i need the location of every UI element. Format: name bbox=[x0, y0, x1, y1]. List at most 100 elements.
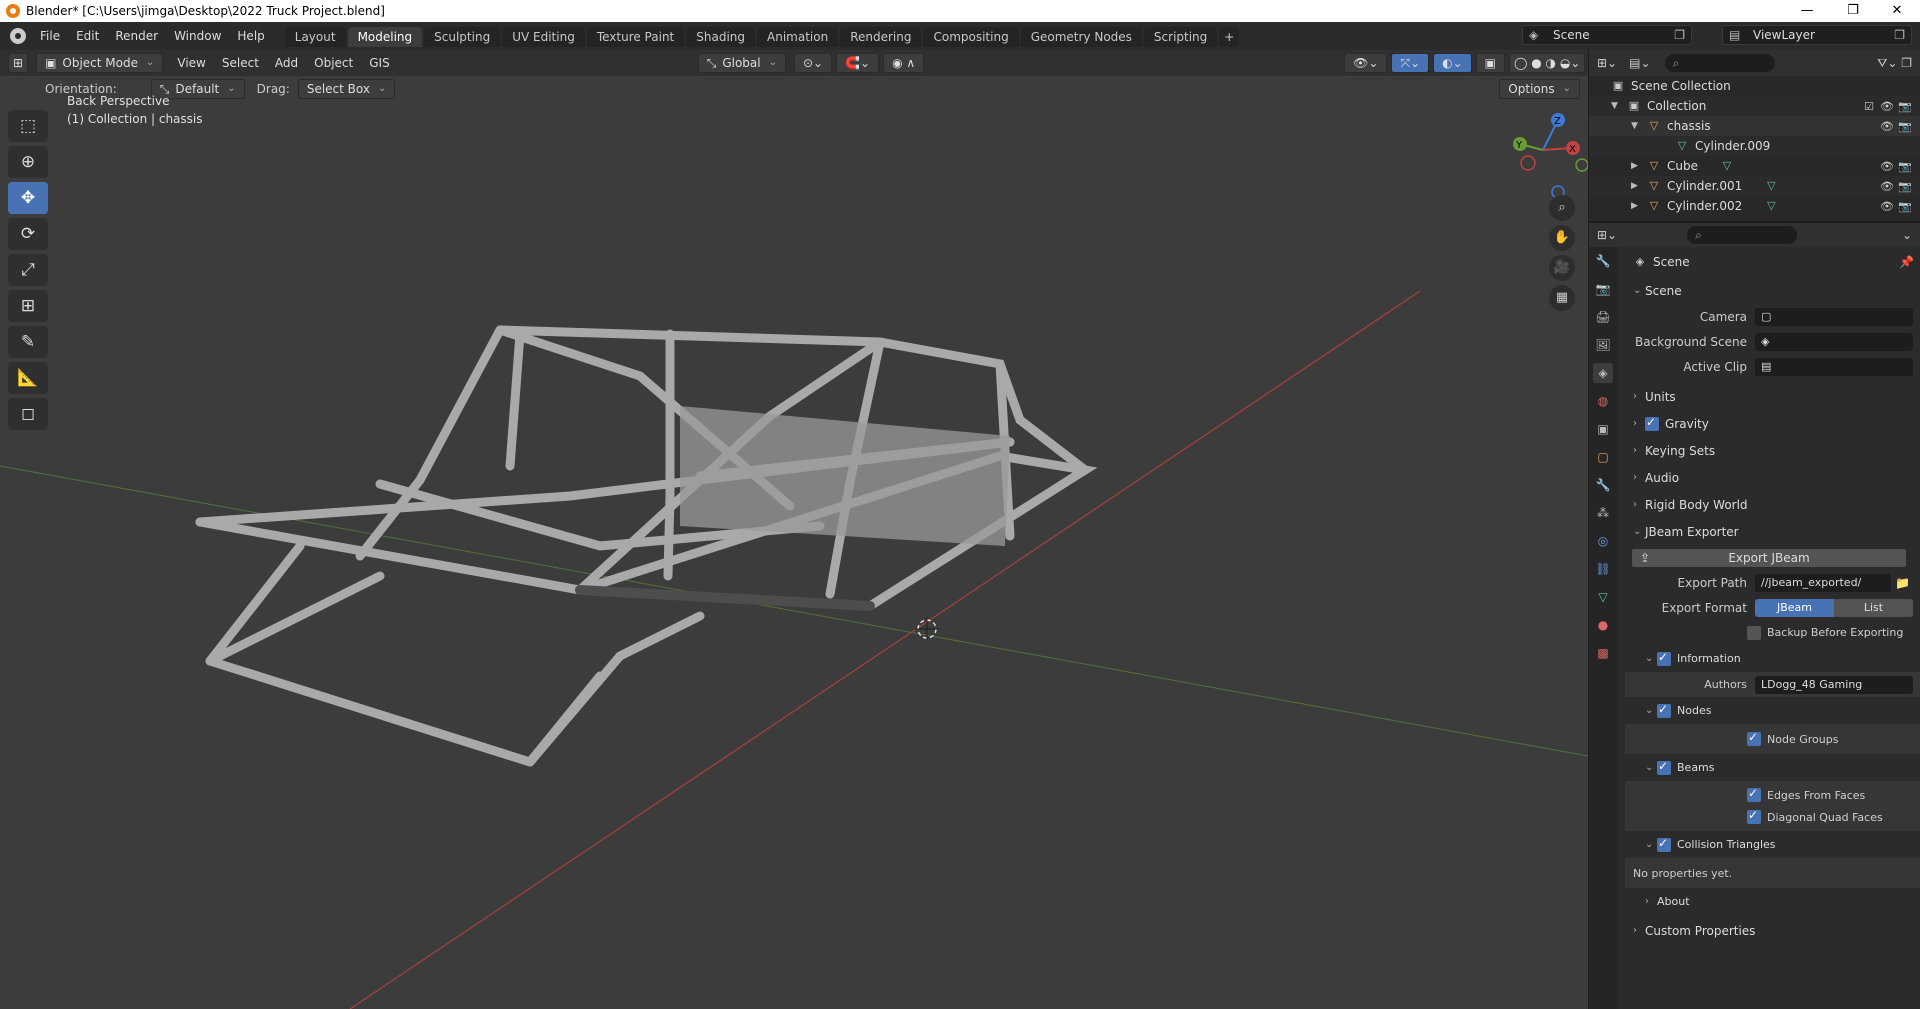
modifiers-tab-icon[interactable]: 🔧 bbox=[1593, 475, 1613, 495]
outliner-row-scene-collection[interactable]: ▣ Scene Collection bbox=[1589, 76, 1920, 96]
outliner-row-cylinder-001[interactable]: ▶ ▽ Cylinder.001 ▽ 👁 📷 bbox=[1589, 176, 1920, 196]
gizmo-neg-x[interactable] bbox=[1520, 155, 1536, 171]
tab-texture-paint[interactable]: Texture Paint bbox=[586, 27, 685, 47]
viewlayer-selector[interactable]: ▤ ViewLayer ❐ bbox=[1722, 25, 1912, 45]
select-box-tool-icon[interactable]: ⬚ bbox=[8, 110, 48, 142]
physics-tab-icon[interactable]: ◎ bbox=[1593, 531, 1613, 551]
format-list-option[interactable]: List bbox=[1834, 598, 1913, 617]
gizmo-toggle-icon[interactable]: ⤧⌄ bbox=[1391, 53, 1430, 73]
outliner-search-input[interactable]: ⌕ bbox=[1664, 54, 1775, 72]
xray-toggle-icon[interactable]: ▣ bbox=[1475, 53, 1505, 73]
copy-viewlayer-icon[interactable]: ❐ bbox=[1894, 26, 1905, 44]
menu-file[interactable]: File bbox=[32, 22, 68, 50]
particles-tab-icon[interactable]: ⁂ bbox=[1593, 503, 1613, 523]
properties-options-icon[interactable]: ⌄ bbox=[1902, 228, 1912, 242]
gizmo-neg-y[interactable] bbox=[1575, 158, 1588, 172]
constraints-tab-icon[interactable]: ⛓ bbox=[1593, 559, 1613, 579]
edges-from-faces-checkbox[interactable] bbox=[1747, 786, 1761, 802]
expand-arrow-icon[interactable]: ▶ bbox=[1631, 161, 1647, 171]
minimize-button[interactable]: — bbox=[1784, 0, 1830, 22]
collection-tab-icon[interactable]: ▣ bbox=[1593, 419, 1613, 439]
expand-arrow-icon[interactable]: ▶ bbox=[1631, 201, 1647, 211]
tab-layout[interactable]: Layout bbox=[284, 27, 346, 47]
3d-viewport[interactable]: Orientation: ⤡Default Drag: Select Box O… bbox=[0, 76, 1588, 1009]
nodes-subpanel-header[interactable]: ⌄ Nodes bbox=[1625, 697, 1920, 724]
active-clip-field[interactable]: ▤ bbox=[1755, 357, 1913, 376]
properties-search-input[interactable]: ⌕ bbox=[1687, 226, 1798, 244]
perspective-grid-icon[interactable]: ▦ bbox=[1549, 285, 1575, 311]
cursor-tool-icon[interactable]: ⊕ bbox=[8, 146, 48, 178]
add-cube-tool-icon[interactable]: ◻ bbox=[8, 398, 48, 430]
menu-render[interactable]: Render bbox=[107, 22, 166, 50]
expand-arrow-icon[interactable]: ▼ bbox=[1631, 121, 1647, 131]
tab-modeling[interactable]: Modeling bbox=[347, 27, 423, 47]
outliner-row-cube[interactable]: ▶ ▽ Cube ▽ 👁 📷 bbox=[1589, 156, 1920, 176]
pivot-point-icon[interactable]: ⊙⌄ bbox=[793, 53, 833, 73]
annotate-tool-icon[interactable]: ✎ bbox=[8, 326, 48, 358]
menu-view[interactable]: View bbox=[169, 56, 213, 70]
expand-arrow-icon[interactable]: ▶ bbox=[1631, 181, 1647, 191]
gravity-section-header[interactable]: › Gravity bbox=[1625, 410, 1920, 437]
menu-edit[interactable]: Edit bbox=[68, 22, 107, 50]
measure-tool-icon[interactable]: 📐 bbox=[8, 362, 48, 394]
camera-view-icon[interactable]: 🎥 bbox=[1549, 255, 1575, 281]
scale-tool-icon[interactable]: ⤢ bbox=[8, 254, 48, 286]
view-layer-tab-icon[interactable]: 🖼 bbox=[1593, 335, 1613, 355]
maximize-button[interactable]: ❐ bbox=[1830, 0, 1876, 22]
outliner-editor-icon[interactable]: ⊞⌄ bbox=[1597, 56, 1617, 70]
visibility-icon[interactable]: 👁⌄ bbox=[1344, 53, 1388, 73]
add-workspace-button[interactable]: + bbox=[1219, 27, 1240, 47]
texture-tab-icon[interactable]: ▩ bbox=[1593, 643, 1613, 663]
zoom-icon[interactable]: ⌕ bbox=[1549, 195, 1575, 221]
properties-editor-icon[interactable]: ⊞⌄ bbox=[1597, 228, 1617, 242]
diagonal-quad-faces-checkbox[interactable] bbox=[1747, 808, 1761, 824]
menu-gis[interactable]: GIS bbox=[361, 56, 397, 70]
menu-help[interactable]: Help bbox=[229, 22, 272, 50]
tab-animation[interactable]: Animation bbox=[757, 27, 839, 47]
pan-hand-icon[interactable]: ✋ bbox=[1549, 225, 1575, 251]
outliner-row-chassis[interactable]: ▼ ▽ chassis 👁 📷 bbox=[1589, 116, 1920, 136]
camera-render-icon[interactable]: 📷 bbox=[1898, 100, 1912, 113]
overlays-toggle-icon[interactable]: ◐⌄ bbox=[1433, 53, 1472, 73]
close-button[interactable]: ✕ bbox=[1874, 0, 1920, 22]
tab-uv-editing[interactable]: UV Editing bbox=[502, 27, 585, 47]
tab-scripting[interactable]: Scripting bbox=[1143, 27, 1218, 47]
export-jbeam-button[interactable]: ⇪ Export JBeam bbox=[1631, 547, 1907, 568]
scene-section-header[interactable]: ⌄ Scene bbox=[1625, 277, 1920, 304]
about-subpanel-header[interactable]: › About bbox=[1625, 888, 1920, 915]
rigid-body-world-section-header[interactable]: › Rigid Body World bbox=[1625, 491, 1920, 518]
pin-icon[interactable]: 📌 bbox=[1899, 255, 1914, 269]
eye-icon[interactable]: 👁 bbox=[1880, 100, 1894, 113]
camera-field[interactable]: ▢ bbox=[1755, 307, 1913, 326]
authors-input[interactable]: LDogg_48 Gaming bbox=[1755, 675, 1913, 694]
render-tab-icon[interactable]: 📷 bbox=[1593, 279, 1613, 299]
filter-icon[interactable]: ⛛⌄ ❐ bbox=[1877, 56, 1912, 71]
beams-checkbox[interactable] bbox=[1657, 759, 1671, 775]
display-mode-icon[interactable]: ▤⌄ bbox=[1629, 56, 1650, 70]
background-scene-field[interactable]: ◈ bbox=[1755, 332, 1913, 351]
output-tab-icon[interactable]: 🖨 bbox=[1593, 307, 1613, 327]
nodes-checkbox[interactable] bbox=[1657, 702, 1671, 718]
transform-orientation-dropdown[interactable]: ⤡ Global bbox=[697, 53, 786, 73]
beams-subpanel-header[interactable]: ⌄ Beams bbox=[1625, 754, 1920, 781]
eye-icon[interactable]: 👁 bbox=[1880, 160, 1894, 173]
scene-tab-icon[interactable]: ◈ bbox=[1593, 363, 1613, 383]
jbeam-exporter-header[interactable]: ⌄ JBeam Exporter bbox=[1625, 518, 1920, 545]
tool-tab-icon[interactable]: 🔧 bbox=[1593, 251, 1613, 271]
collision-triangles-checkbox[interactable] bbox=[1657, 836, 1671, 852]
menu-add[interactable]: Add bbox=[267, 56, 306, 70]
shading-modes-icon[interactable]: ◯ ● ◑ ◒⌄ bbox=[1509, 53, 1586, 73]
transform-tool-icon[interactable]: ⊞ bbox=[8, 290, 48, 322]
blender-menu-icon[interactable] bbox=[10, 28, 26, 44]
camera-render-icon[interactable]: 📷 bbox=[1898, 120, 1912, 133]
outliner-row-cylinder-009[interactable]: ▽ Cylinder.009 bbox=[1589, 136, 1920, 156]
menu-select[interactable]: Select bbox=[214, 56, 267, 70]
editor-type-icon[interactable]: ⊞ bbox=[8, 53, 29, 73]
rotate-tool-icon[interactable]: ⟳ bbox=[8, 218, 48, 250]
scene-selector[interactable]: ◈ Scene ❐ bbox=[1522, 25, 1692, 45]
tab-rendering[interactable]: Rendering bbox=[840, 27, 922, 47]
backup-checkbox[interactable] bbox=[1747, 625, 1761, 640]
keying-sets-section-header[interactable]: › Keying Sets bbox=[1625, 437, 1920, 464]
object-mode-dropdown[interactable]: ▣ Object Mode bbox=[36, 53, 164, 73]
export-path-input[interactable]: //jbeam_exported/ bbox=[1755, 573, 1891, 592]
